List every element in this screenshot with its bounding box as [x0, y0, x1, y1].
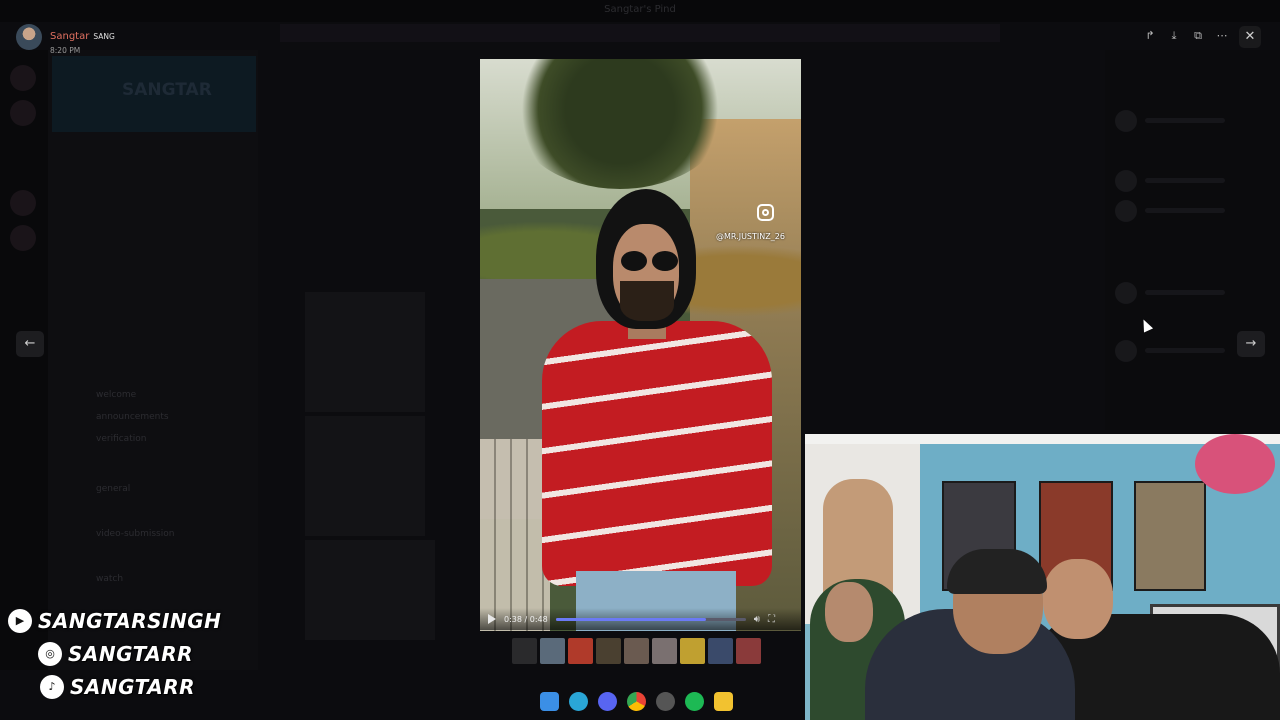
close-viewer-button[interactable]: ✕ [1239, 26, 1261, 48]
download-icon[interactable]: ⤓ [1166, 27, 1182, 45]
guild-banner: SANGTAR [52, 56, 256, 132]
video-seek-bar[interactable] [555, 617, 746, 621]
channel-item[interactable]: general [96, 484, 130, 494]
media-thumbnail[interactable] [596, 638, 621, 664]
discord-icon[interactable] [598, 692, 617, 711]
fullscreen-icon[interactable]: ⛶ [768, 614, 775, 625]
social-row: ◎ SANGTARR [8, 637, 221, 670]
person-right-head [1043, 559, 1113, 639]
media-thumbnail[interactable] [512, 638, 537, 664]
social-handle: SANGTARSINGH [38, 608, 222, 633]
channel-item[interactable]: video-submission [96, 529, 174, 539]
guild-art-text: SANGTAR [122, 80, 212, 100]
chrome-icon[interactable] [627, 692, 646, 711]
member-name[interactable] [1145, 178, 1225, 183]
server-icon[interactable] [10, 225, 36, 251]
play-icon[interactable] [488, 614, 496, 624]
wall-poster [1134, 481, 1206, 591]
avatar[interactable] [16, 24, 42, 50]
member-avatar[interactable] [1115, 282, 1137, 304]
window-titlebar: Sangtar's Pind [0, 0, 1280, 22]
media-thumbnail[interactable] [708, 638, 733, 664]
window-title: Sangtar's Pind [604, 4, 676, 15]
watermark-handle: @MR.JUSTINZ_26 [716, 232, 785, 241]
volume-icon[interactable]: 🔊︎ [754, 614, 760, 625]
member-avatar[interactable] [1115, 170, 1137, 192]
member-name[interactable] [1145, 118, 1225, 123]
member-list [1105, 50, 1280, 430]
media-thumbnail[interactable] [540, 638, 565, 664]
video-player[interactable]: @MR.JUSTINZ_26 [480, 59, 801, 631]
chat-image[interactable] [305, 292, 425, 412]
more-options-icon[interactable]: ⋯ [1214, 27, 1230, 45]
tiktok-icon: ♪ [40, 674, 64, 699]
member-name[interactable] [1145, 208, 1225, 213]
video-frame-sweater [542, 321, 772, 586]
media-thumbnail-strip [512, 638, 761, 664]
server-icon[interactable] [10, 65, 36, 91]
previous-media-button[interactable]: ← [16, 331, 44, 357]
webcam-overlay [805, 434, 1280, 720]
spotify-icon[interactable] [685, 692, 704, 711]
sunglasses-right [652, 251, 678, 271]
server-icon[interactable] [10, 190, 36, 216]
video-controls: 0:38 / 0:48 🔊︎ ⛶ [480, 608, 801, 630]
media-author: Sangtar SANG 8:20 PM [16, 24, 115, 55]
windows-start-icon[interactable] [540, 692, 559, 711]
media-thumbnail[interactable] [624, 638, 649, 664]
edge-icon[interactable] [569, 692, 588, 711]
server-icon[interactable] [10, 100, 36, 126]
chat-image[interactable] [305, 540, 435, 640]
chat-image[interactable] [305, 416, 425, 536]
next-media-button[interactable]: → [1237, 331, 1265, 357]
server-list [0, 50, 48, 670]
author-tag: SANG [93, 32, 115, 41]
taskbar [540, 692, 733, 711]
play-icon: ▶ [8, 608, 32, 633]
social-row: ▶ SANGTARSINGH [8, 604, 221, 637]
member-name[interactable] [1145, 348, 1225, 353]
social-row: ♪ SANGTARR [8, 670, 221, 703]
file-explorer-icon[interactable] [714, 692, 733, 711]
channel-item[interactable]: welcome [96, 390, 136, 400]
instagram-watermark-icon [757, 204, 774, 221]
member-avatar[interactable] [1115, 110, 1137, 132]
open-external-icon[interactable]: ⧉ [1190, 27, 1206, 45]
screen: Sangtar's Pind SANGTAR welcome announcem… [0, 0, 1280, 720]
channel-sidebar [48, 50, 258, 670]
video-frame-beard [620, 281, 674, 321]
balloon [1195, 434, 1275, 494]
person-left-head [825, 582, 873, 642]
media-thumbnail[interactable] [652, 638, 677, 664]
media-thumbnail[interactable] [568, 638, 593, 664]
member-avatar[interactable] [1115, 200, 1137, 222]
member-avatar[interactable] [1115, 340, 1137, 362]
video-progress-fill [555, 617, 706, 621]
media-toolbar: ↱ ⤓ ⧉ ⋯ [1142, 27, 1230, 45]
media-thumbnail[interactable] [736, 638, 761, 664]
server-icon[interactable] [10, 135, 36, 161]
settings-icon[interactable] [656, 692, 675, 711]
video-frame-bricks [480, 439, 550, 631]
social-handles-overlay: ▶ SANGTARSINGH ◎ SANGTARR ♪ SANGTARR [8, 604, 221, 703]
media-thumbnail[interactable] [680, 638, 705, 664]
beanie [947, 549, 1047, 594]
channel-item[interactable]: watch [96, 574, 123, 584]
channel-item[interactable]: verification [96, 434, 146, 444]
sunglasses-left [621, 251, 647, 271]
channel-item[interactable]: announcements [96, 412, 169, 422]
nitro-banner [280, 24, 1000, 42]
author-name[interactable]: Sangtar [50, 31, 89, 42]
instagram-icon: ◎ [38, 641, 62, 666]
forward-icon[interactable]: ↱ [1142, 27, 1158, 45]
social-handle: SANGTARR [68, 641, 194, 666]
member-name[interactable] [1145, 290, 1225, 295]
video-time: 0:38 / 0:48 [504, 614, 548, 624]
message-timestamp: 8:20 PM [50, 46, 81, 55]
social-handle: SANGTARR [70, 674, 196, 699]
